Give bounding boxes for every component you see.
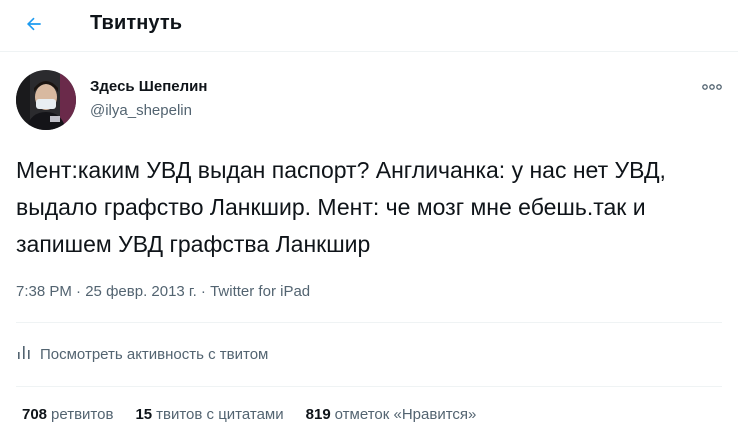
author-name[interactable]: Здесь Шепелин bbox=[90, 78, 207, 95]
quotes-stat[interactable]: 15 твитов с цитатами bbox=[135, 406, 283, 423]
tweet-date[interactable]: 25 февр. 2013 г. bbox=[85, 283, 197, 300]
more-button[interactable] bbox=[700, 80, 724, 94]
retweets-count: 708 bbox=[22, 406, 48, 423]
divider bbox=[16, 322, 722, 323]
more-dots-icon bbox=[702, 78, 722, 96]
retweets-stat[interactable]: 708 ретвитов bbox=[22, 406, 113, 423]
retweets-label: ретвитов bbox=[51, 406, 114, 423]
likes-stat[interactable]: 819 отметок «Нравится» bbox=[306, 406, 477, 423]
view-activity-label: Посмотреть активность с твитом bbox=[40, 345, 269, 363]
analytics-icon bbox=[16, 344, 32, 364]
meta-separator: · bbox=[76, 283, 82, 300]
meta-separator: · bbox=[200, 283, 206, 300]
likes-count: 819 bbox=[305, 406, 331, 423]
quotes-label: твитов с цитатами bbox=[156, 406, 284, 423]
tweet-text: Мент:каким УВД выдан паспорт? Англичанка… bbox=[16, 157, 666, 257]
avatar[interactable] bbox=[16, 70, 76, 130]
tweet-time[interactable]: 7:38 PM bbox=[16, 283, 72, 300]
likes-label: отметок «Нравится» bbox=[334, 406, 477, 423]
divider bbox=[16, 386, 722, 387]
tweet-stats: 708 ретвитов 15 твитов с цитатами 819 отмет… bbox=[22, 406, 476, 423]
page-title: Твитнуть bbox=[90, 12, 183, 34]
top-bar: Твитнуть bbox=[0, 0, 738, 52]
arrow-left-icon bbox=[24, 14, 44, 39]
tweet-meta: 7:38 PM · 25 февр. 2013 г. · Twitter for… bbox=[16, 283, 310, 300]
view-activity-link[interactable]: Посмотреть активность с твитом bbox=[16, 344, 268, 364]
quotes-count: 15 bbox=[135, 406, 153, 423]
tweet-source[interactable]: Twitter for iPad bbox=[210, 283, 310, 300]
author-handle[interactable]: @ilya_shepelin bbox=[90, 102, 192, 119]
back-button[interactable] bbox=[16, 8, 52, 44]
